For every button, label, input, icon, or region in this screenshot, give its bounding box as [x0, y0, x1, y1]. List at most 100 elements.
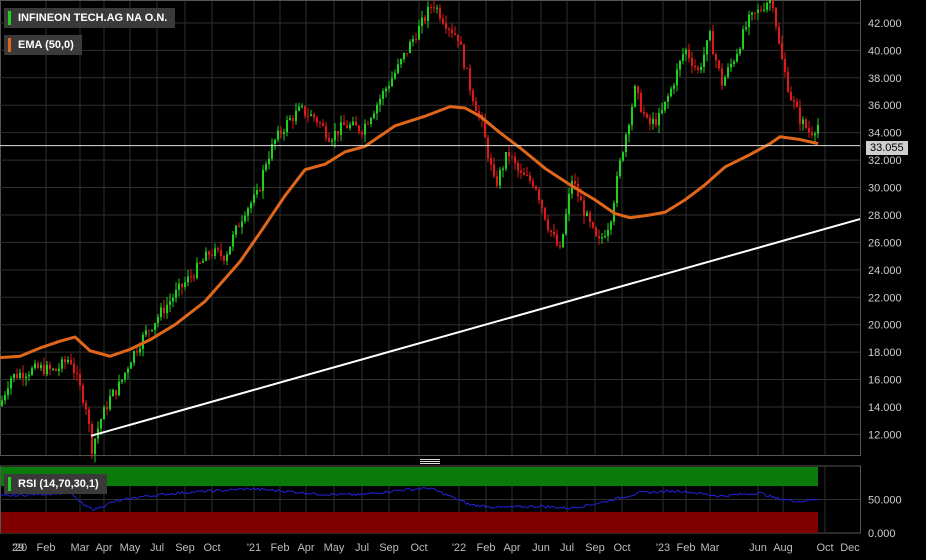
candle-body	[772, 0, 774, 8]
candle-body	[454, 33, 456, 35]
candle-body	[238, 225, 240, 228]
time-tick-label: May	[324, 542, 345, 554]
candle-body	[37, 363, 39, 369]
pane-resize-handle[interactable]	[420, 458, 440, 465]
candle-body	[277, 130, 279, 140]
candle-body	[583, 200, 585, 217]
candle-body	[544, 207, 546, 220]
candle-body	[199, 262, 201, 264]
candle-body	[16, 373, 18, 379]
candle-body	[61, 359, 63, 369]
time-tick-label: Mar	[701, 542, 720, 554]
candle-body	[538, 189, 540, 201]
candle-body	[208, 251, 210, 255]
candle-body	[640, 92, 642, 113]
time-tick-label: Jul	[355, 542, 369, 554]
candle-body	[133, 351, 135, 363]
candle-body	[466, 67, 468, 69]
price-tick-label: 36.000	[868, 100, 902, 112]
candle-body	[700, 66, 702, 71]
candle-body	[394, 72, 396, 79]
candle-body	[145, 330, 147, 335]
candle-body	[580, 196, 582, 201]
candle-body	[802, 119, 804, 125]
rsi-oversold-zone	[1, 511, 818, 533]
candle-body	[664, 101, 666, 111]
candle-body	[790, 91, 792, 101]
candle-body	[259, 190, 261, 192]
candle-body	[676, 69, 678, 86]
time-tick-label: Jun	[749, 542, 767, 554]
time-tick-label: Apr	[503, 542, 520, 554]
candle-body	[460, 41, 462, 45]
candle-body	[121, 379, 123, 382]
candle-body	[286, 119, 288, 133]
candle-body	[433, 7, 435, 9]
candle-body	[556, 234, 558, 246]
candle-body	[703, 54, 705, 67]
candle-body	[628, 125, 630, 135]
candle-body	[160, 307, 162, 318]
candle-body	[745, 27, 747, 30]
candle-body	[508, 152, 510, 157]
rsi-legend[interactable]: RSI (14,70,30,1)	[4, 474, 107, 494]
candle-body	[283, 132, 285, 134]
price-tick-label: 14.000	[868, 402, 902, 414]
candle-body	[205, 251, 207, 261]
time-tick-label: Feb	[271, 542, 290, 554]
candle-body	[535, 186, 537, 190]
time-tick-label: Dec	[840, 542, 860, 554]
candle-body	[604, 236, 606, 238]
ema-legend[interactable]: EMA (50,0)	[4, 35, 82, 55]
candle-body	[526, 175, 528, 177]
candle-body	[172, 298, 174, 302]
candle-body	[70, 359, 72, 364]
candle-body	[493, 164, 495, 177]
candle-body	[88, 409, 90, 425]
candle-body	[598, 236, 600, 239]
candle-body	[226, 254, 228, 261]
candle-body	[529, 175, 531, 181]
candle-body	[313, 114, 315, 118]
candle-body	[469, 68, 471, 91]
candle-body	[169, 301, 171, 305]
price-tick-label: 30.000	[868, 183, 902, 195]
candle-body	[10, 378, 12, 389]
candle-body	[289, 118, 291, 120]
price-tick-label: 28.000	[868, 210, 902, 222]
candle-body	[73, 363, 75, 373]
candle-body	[331, 140, 333, 142]
time-tick-label: May	[120, 542, 141, 554]
candle-body	[784, 59, 786, 72]
candle-body	[403, 52, 405, 60]
candle-body	[496, 176, 498, 186]
candle-body	[721, 68, 723, 86]
candle-body	[712, 31, 714, 55]
candle-body	[574, 180, 576, 185]
time-tick-label: Sep	[379, 542, 399, 554]
candle-body	[718, 60, 720, 69]
price-tick-label: 20.000	[868, 320, 902, 332]
candle-body	[292, 118, 294, 122]
candle-body	[190, 276, 192, 278]
candle-body	[112, 389, 114, 397]
candle-body	[799, 107, 801, 125]
candle-body	[181, 283, 183, 288]
time-tick-label: '20	[13, 542, 27, 554]
time-tick-label: Feb	[37, 542, 56, 554]
candle-body	[601, 237, 603, 239]
candle-body	[472, 90, 474, 102]
candle-body	[52, 368, 54, 370]
instrument-legend[interactable]: INFINEON TECH.AG NA O.N.	[4, 8, 176, 28]
candle-body	[346, 125, 348, 129]
candle-body	[769, 0, 771, 3]
time-tick-label: Feb	[477, 542, 496, 554]
candle-body	[124, 372, 126, 380]
candle-body	[25, 376, 27, 379]
candle-body	[541, 200, 543, 208]
time-tick-label: Jun	[532, 542, 550, 554]
candle-body	[175, 289, 177, 299]
candle-body	[646, 113, 648, 118]
candle-body	[643, 112, 645, 114]
candle-body	[322, 123, 324, 126]
